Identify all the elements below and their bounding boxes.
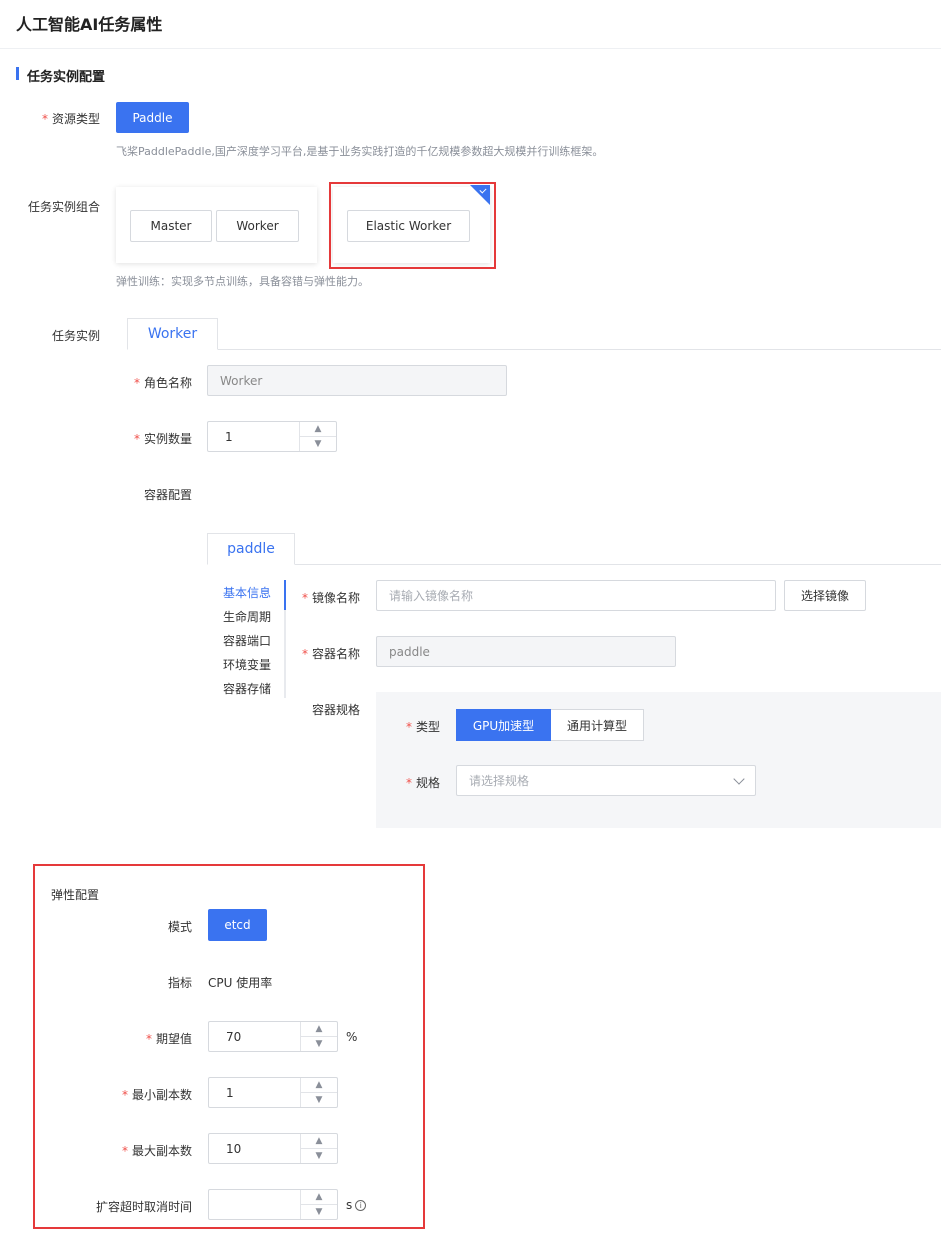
side-nav-indicator bbox=[284, 580, 286, 610]
increment-icon[interactable]: ▲ bbox=[301, 1022, 337, 1037]
combo-label: 任务实例组合 bbox=[27, 200, 100, 214]
decrement-icon[interactable]: ▼ bbox=[301, 1037, 337, 1052]
info-icon[interactable]: i bbox=[355, 1200, 367, 1211]
container-name-input: paddle bbox=[376, 636, 676, 667]
section-marker bbox=[16, 67, 19, 80]
image-name-label: * 镜像名称 bbox=[301, 591, 360, 605]
instance-tab-line bbox=[127, 349, 941, 350]
mode-label: 模式 bbox=[167, 920, 192, 934]
increment-icon[interactable]: ▲ bbox=[300, 422, 336, 437]
resource-type-label: * 资源类型 bbox=[41, 112, 100, 126]
max-replicas-value: 10 bbox=[226, 1142, 242, 1156]
chevron-down-icon bbox=[733, 773, 745, 785]
instance-count-label: * 实例数量 bbox=[133, 432, 192, 446]
tab-worker[interactable]: Worker bbox=[127, 318, 218, 350]
header-divider bbox=[0, 48, 941, 49]
increment-icon[interactable]: ▲ bbox=[301, 1078, 337, 1093]
container-name-label: * 容器名称 bbox=[301, 647, 360, 661]
spec-type-label: * 类型 bbox=[405, 720, 440, 734]
decrement-icon[interactable]: ▼ bbox=[301, 1093, 337, 1108]
spec-size-label: * 规格 bbox=[405, 776, 440, 790]
expected-value-stepper[interactable]: 70 ▲ ▼ bbox=[208, 1021, 338, 1052]
combo-worker-button[interactable]: Worker bbox=[216, 210, 299, 242]
elastic-config-title: 弹性配置 bbox=[51, 888, 100, 902]
side-nav-basic-info[interactable]: 基本信息 bbox=[223, 584, 271, 601]
instance-count-value: 1 bbox=[225, 430, 233, 444]
tab-paddle[interactable]: paddle bbox=[207, 533, 295, 565]
increment-icon[interactable]: ▲ bbox=[301, 1134, 337, 1149]
side-nav-storage[interactable]: 容器存储 bbox=[223, 680, 271, 697]
instance-count-stepper[interactable]: 1 ▲ ▼ bbox=[207, 421, 337, 452]
expected-unit: % bbox=[346, 1030, 358, 1044]
etcd-mode-button[interactable]: etcd bbox=[208, 909, 267, 941]
decrement-icon[interactable]: ▼ bbox=[300, 437, 336, 452]
side-nav-ports[interactable]: 容器端口 bbox=[223, 632, 271, 649]
decrement-icon[interactable]: ▼ bbox=[301, 1149, 337, 1164]
combo-hint: 弹性训练：实现多节点训练，具备容错与弹性能力。 bbox=[116, 275, 369, 288]
side-nav-env[interactable]: 环境变量 bbox=[223, 656, 271, 673]
expected-value: 70 bbox=[226, 1030, 242, 1044]
min-replicas-stepper[interactable]: 1 ▲ ▼ bbox=[208, 1077, 338, 1108]
timeout-unit: s bbox=[346, 1198, 353, 1212]
role-name-label: * 角色名称 bbox=[133, 376, 192, 390]
spec-size-select[interactable]: 请选择规格 bbox=[456, 765, 756, 796]
paddle-button[interactable]: Paddle bbox=[116, 102, 189, 133]
decrement-icon[interactable]: ▼ bbox=[301, 1205, 337, 1220]
select-image-button[interactable]: 选择镜像 bbox=[784, 580, 866, 611]
metric-label: 指标 bbox=[167, 976, 192, 990]
resource-hint: 飞桨PaddlePaddle,国产深度学习平台,是基于业务实践打造的千亿规模参数… bbox=[116, 145, 604, 158]
instance-label: 任务实例 bbox=[51, 329, 100, 343]
max-replicas-stepper[interactable]: 10 ▲ ▼ bbox=[208, 1133, 338, 1164]
min-replicas-value: 1 bbox=[226, 1086, 234, 1100]
min-replicas-label: * 最小副本数 bbox=[121, 1088, 192, 1102]
timeout-stepper[interactable]: ▲ ▼ bbox=[208, 1189, 338, 1220]
container-config-label: 容器配置 bbox=[143, 488, 192, 502]
general-type-button[interactable]: 通用计算型 bbox=[551, 709, 644, 741]
side-nav-lifecycle[interactable]: 生命周期 bbox=[223, 608, 271, 625]
metric-value: CPU 使用率 bbox=[208, 976, 273, 990]
combo-master-button[interactable]: Master bbox=[130, 210, 212, 242]
timeout-unit-wrap: si bbox=[346, 1198, 367, 1212]
container-tab-line bbox=[207, 564, 941, 565]
section-title: 任务实例配置 bbox=[27, 70, 106, 85]
expected-value-label: * 期望值 bbox=[145, 1032, 192, 1046]
image-name-input[interactable]: 请输入镜像名称 bbox=[376, 580, 776, 611]
timeout-label: 扩容超时取消时间 bbox=[95, 1200, 192, 1214]
highlight-box-elastic bbox=[329, 182, 496, 269]
page-title: 人工智能AI任务属性 bbox=[16, 15, 163, 34]
container-spec-label: 容器规格 bbox=[311, 703, 360, 717]
increment-icon[interactable]: ▲ bbox=[301, 1190, 337, 1205]
spec-type-segment: GPU加速型 通用计算型 bbox=[456, 709, 644, 741]
gpu-type-button[interactable]: GPU加速型 bbox=[456, 709, 551, 741]
role-name-input: Worker bbox=[207, 365, 507, 396]
max-replicas-label: * 最大副本数 bbox=[121, 1144, 192, 1158]
